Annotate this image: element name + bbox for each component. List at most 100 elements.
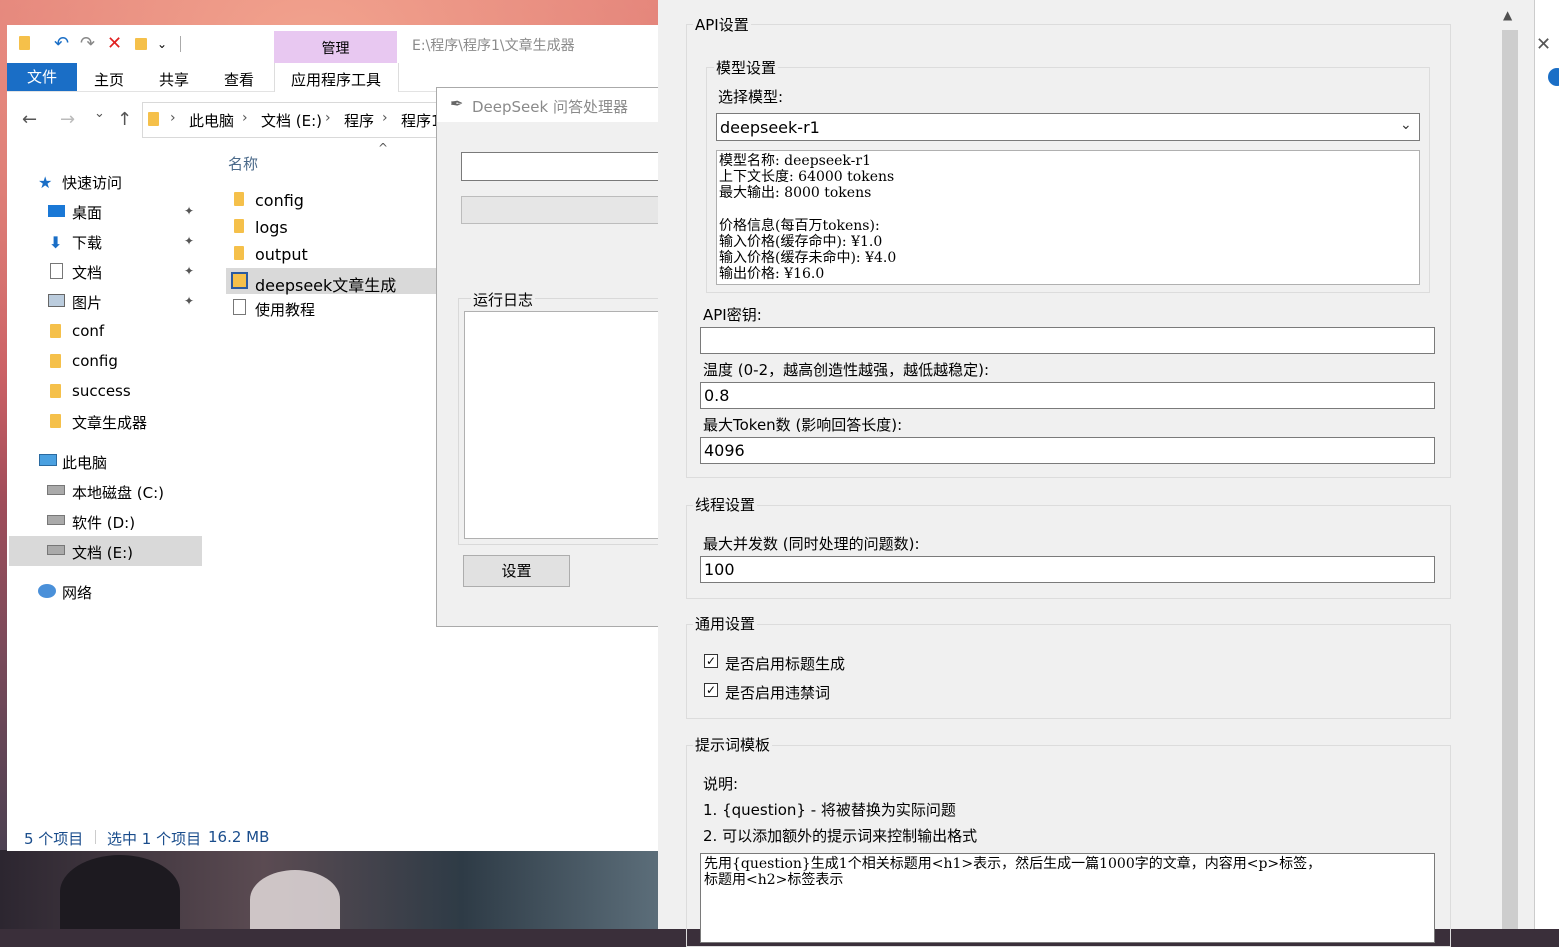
note-line-1: 1. {question} - 将被替换为实际问题 bbox=[703, 801, 956, 819]
model-settings-title: 模型设置 bbox=[714, 57, 779, 78]
executable-icon bbox=[231, 272, 248, 289]
tab-home[interactable]: 主页 bbox=[94, 69, 124, 90]
file-item-deepseek-exe[interactable]: deepseek文章生成 bbox=[255, 272, 396, 296]
model-info-line: 输出价格: ¥16.0 bbox=[719, 266, 825, 282]
model-select-dropdown[interactable] bbox=[716, 113, 1420, 141]
pin-icon[interactable]: ✦ bbox=[184, 264, 194, 278]
nav-folder-config[interactable]: config bbox=[72, 352, 118, 370]
tab-view[interactable]: 查看 bbox=[224, 69, 254, 90]
window-path-title: E:\程序\程序1\文章生成器 bbox=[412, 38, 575, 54]
enable-title-label[interactable]: 是否启用标题生成 bbox=[725, 653, 845, 674]
processor-input-field[interactable] bbox=[461, 152, 663, 181]
nav-folder-conf[interactable]: conf bbox=[72, 322, 104, 340]
model-info-line: 价格信息(每百万tokens): bbox=[719, 218, 880, 234]
folder-icon bbox=[50, 324, 61, 338]
file-item-output[interactable]: output bbox=[255, 245, 308, 264]
file-item-config[interactable]: config bbox=[255, 191, 304, 210]
settings-button[interactable]: 设置 bbox=[463, 555, 570, 587]
model-info-line: 上下文长度: 64000 tokens bbox=[719, 169, 895, 185]
prompt-template-title: 提示词模板 bbox=[693, 734, 773, 755]
nav-this-pc[interactable]: 此电脑 bbox=[62, 452, 107, 473]
up-icon[interactable]: ↑ bbox=[117, 109, 132, 130]
tab-manage[interactable]: 管理 bbox=[274, 38, 397, 58]
api-settings-title: API设置 bbox=[693, 14, 751, 35]
customize-qat-icon[interactable]: ⌄ bbox=[157, 34, 167, 54]
folder-icon bbox=[50, 414, 61, 428]
max-concurrency-label: 最大并发数 (同时处理的问题数): bbox=[703, 535, 920, 553]
info-icon bbox=[1548, 68, 1559, 86]
nav-drive-e[interactable]: 文档 (E:) bbox=[72, 542, 133, 563]
folder-icon bbox=[234, 246, 244, 260]
enable-banned-words-checkbox[interactable]: ✓ bbox=[704, 683, 718, 697]
redo-icon[interactable]: ↷ bbox=[80, 34, 95, 54]
nav-folder-article-generator[interactable]: 文章生成器 bbox=[72, 412, 147, 433]
nav-downloads[interactable]: 下载 bbox=[72, 232, 102, 253]
nav-pictures[interactable]: 图片 bbox=[72, 292, 102, 313]
scroll-up-icon[interactable]: ▲ bbox=[1503, 8, 1512, 22]
folder-icon bbox=[50, 384, 61, 398]
tab-share[interactable]: 共享 bbox=[159, 69, 189, 90]
folder-icon bbox=[234, 192, 244, 206]
nav-folder-success[interactable]: success bbox=[72, 382, 131, 400]
api-key-input[interactable] bbox=[700, 327, 1435, 354]
status-divider bbox=[95, 830, 96, 844]
model-info-line: 输入价格(缓存命中): ¥1.0 bbox=[719, 234, 883, 250]
max-tokens-input[interactable]: 4096 bbox=[700, 437, 1435, 464]
scrollbar-thumb[interactable] bbox=[1502, 30, 1518, 929]
temperature-label: 温度 (0-2，越高创造性越强，越低越稳定): bbox=[703, 361, 990, 379]
folder-icon bbox=[148, 112, 159, 126]
pin-icon[interactable]: ✦ bbox=[184, 294, 194, 308]
prompt-line: 标题用<h2>标签表示 bbox=[704, 872, 844, 888]
log-textarea[interactable] bbox=[464, 311, 666, 539]
temperature-input[interactable]: 0.8 bbox=[700, 382, 1435, 409]
nav-desktop[interactable]: 桌面 bbox=[72, 202, 102, 223]
select-model-label: 选择模型: bbox=[718, 88, 784, 106]
log-label: 运行日志 bbox=[471, 289, 536, 310]
pictures-icon bbox=[48, 294, 65, 307]
close-icon[interactable]: ✕ bbox=[1536, 34, 1551, 55]
status-selected: 选中 1 个项目 bbox=[107, 830, 202, 848]
tab-app-tools[interactable]: 应用程序工具 bbox=[291, 69, 381, 90]
status-item-count: 5 个项目 bbox=[24, 830, 84, 848]
breadcrumb-program1[interactable]: 程序1 bbox=[401, 110, 437, 131]
breadcrumb-drive-e[interactable]: 文档 (E:) bbox=[261, 110, 322, 131]
drive-d-icon bbox=[47, 515, 65, 525]
nav-quick-access[interactable]: 快速访问 bbox=[62, 172, 122, 193]
wallpaper-shape bbox=[60, 855, 180, 929]
max-concurrency-input[interactable]: 100 bbox=[700, 556, 1435, 583]
status-size: 16.2 MB bbox=[208, 828, 270, 846]
recent-dropdown-icon[interactable]: ⌄ bbox=[94, 106, 105, 121]
pin-icon[interactable]: ✦ bbox=[184, 204, 194, 218]
nav-drive-c[interactable]: 本地磁盘 (C:) bbox=[72, 482, 164, 503]
thread-settings-title: 线程设置 bbox=[693, 494, 758, 515]
star-icon: ★ bbox=[38, 173, 53, 192]
forward-icon[interactable]: → bbox=[60, 109, 75, 130]
chevron-down-icon[interactable]: ⌄ bbox=[1400, 117, 1412, 133]
back-icon[interactable]: ← bbox=[22, 109, 37, 130]
nav-documents[interactable]: 文档 bbox=[72, 262, 102, 283]
document-icon bbox=[50, 263, 63, 279]
file-item-logs[interactable]: logs bbox=[255, 218, 288, 237]
breadcrumb-program[interactable]: 程序 bbox=[344, 110, 374, 131]
download-icon: ⬇ bbox=[49, 233, 63, 252]
network-icon bbox=[38, 584, 56, 598]
model-info-line: 模型名称: deepseek-r1 bbox=[719, 153, 871, 169]
file-item-tutorial[interactable]: 使用教程 bbox=[255, 299, 315, 320]
feather-icon: ✒ bbox=[450, 94, 464, 113]
enable-banned-words-label[interactable]: 是否启用违禁词 bbox=[725, 682, 830, 703]
drive-e-icon bbox=[47, 545, 65, 555]
pin-icon[interactable]: ✦ bbox=[184, 234, 194, 248]
column-header-name[interactable]: 名称 bbox=[228, 153, 258, 174]
delete-icon[interactable]: ✕ bbox=[107, 34, 122, 54]
desktop-icon bbox=[48, 205, 65, 217]
nav-drive-d[interactable]: 软件 (D:) bbox=[72, 512, 135, 533]
note-title: 说明: bbox=[703, 775, 739, 793]
new-folder-icon[interactable] bbox=[135, 38, 147, 50]
processor-window-title: DeepSeek 问答处理器 bbox=[472, 98, 628, 116]
nav-network[interactable]: 网络 bbox=[62, 582, 92, 603]
breadcrumb-this-pc[interactable]: 此电脑 bbox=[189, 110, 234, 131]
undo-icon[interactable]: ↶ bbox=[54, 34, 69, 54]
tab-file[interactable]: 文件 bbox=[7, 63, 77, 91]
enable-title-checkbox[interactable]: ✓ bbox=[704, 654, 718, 668]
folder-icon bbox=[19, 36, 30, 50]
